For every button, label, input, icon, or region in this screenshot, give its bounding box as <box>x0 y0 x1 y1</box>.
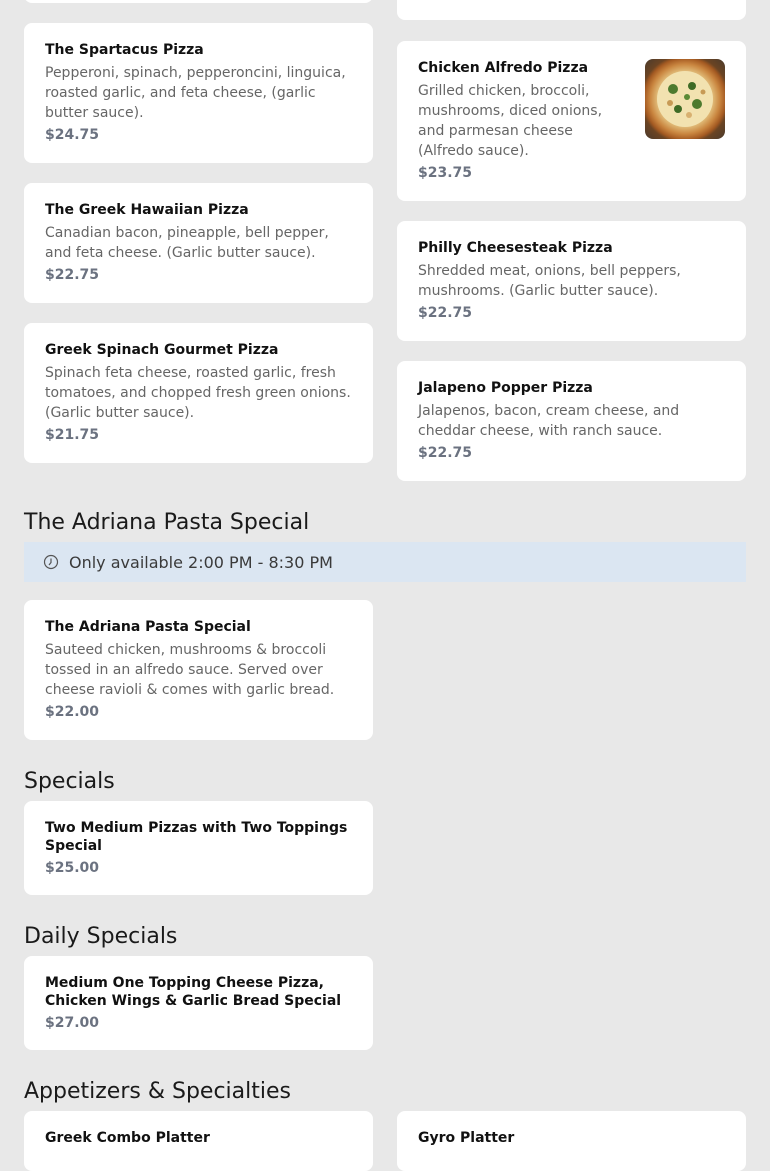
item-name: Jalapeno Popper Pizza <box>418 380 593 396</box>
item-name: Greek Spinach Gourmet Pizza <box>45 342 279 358</box>
item-name: The Greek Hawaiian Pizza <box>45 202 249 218</box>
item-price: $22.75 <box>418 445 473 461</box>
section-title: Daily Specials <box>24 924 178 949</box>
menu-item-card[interactable]: Philly Cheesesteak Pizza Shredded meat, … <box>397 221 746 341</box>
item-description: Shredded meat, onions, bell peppers, mus… <box>418 263 681 299</box>
item-description: Sauteed chicken, mushrooms & broccoli to… <box>45 642 335 698</box>
item-description: Jalapenos, bacon, cream cheese, and ched… <box>418 403 680 439</box>
menu-item-card[interactable]: Medium One Topping Cheese Pizza, Chicken… <box>24 956 373 1050</box>
item-price: $21.75 <box>45 427 100 443</box>
item-price: $22.00 <box>45 704 100 720</box>
menu-item-card[interactable]: The Greek Hawaiian Pizza Canadian bacon,… <box>24 183 373 303</box>
item-name: Medium One Topping Cheese Pizza, Chicken… <box>45 975 342 1009</box>
item-name: Philly Cheesesteak Pizza <box>418 240 613 256</box>
item-name: Two Medium Pizzas with Two Toppings Spec… <box>45 820 348 854</box>
item-name: The Spartacus Pizza <box>45 42 204 58</box>
menu-item-card-partial-left[interactable] <box>24 0 373 3</box>
menu-item-card[interactable]: Greek Combo Platter <box>24 1111 373 1171</box>
item-price: $25.00 <box>45 860 100 876</box>
menu-item-card[interactable]: Chicken Alfredo Pizza Grilled chicken, b… <box>397 41 746 201</box>
menu-item-card[interactable]: Greek Spinach Gourmet Pizza Spinach feta… <box>24 323 373 463</box>
menu-item-card[interactable]: The Adriana Pasta Special Sauteed chicke… <box>24 600 373 740</box>
menu-item-card[interactable]: Two Medium Pizzas with Two Toppings Spec… <box>24 801 373 895</box>
menu-item-card[interactable]: The Spartacus Pizza Pepperoni, spinach, … <box>24 23 373 163</box>
menu-item-card[interactable]: Jalapeno Popper Pizza Jalapenos, bacon, … <box>397 361 746 481</box>
item-price: $22.75 <box>418 305 473 321</box>
menu-item-card-partial-right[interactable] <box>397 0 746 20</box>
pizza-photo <box>645 59 725 139</box>
item-price: $27.00 <box>45 1015 100 1031</box>
clock-icon <box>43 554 59 570</box>
notice-text: Only available 2:00 PM - 8:30 PM <box>69 552 333 572</box>
item-description: Grilled chicken, broccoli, mushrooms, di… <box>418 83 603 159</box>
item-name: Chicken Alfredo Pizza <box>418 60 589 76</box>
section-title: The Adriana Pasta Special <box>24 510 310 535</box>
item-description: Pepperoni, spinach, pepperoncini, lingui… <box>45 65 346 121</box>
item-name: The Adriana Pasta Special <box>45 619 251 635</box>
item-name: Gyro Platter <box>418 1130 515 1146</box>
section-title: Appetizers & Specialties <box>24 1079 291 1104</box>
item-price: $24.75 <box>45 127 100 143</box>
availability-notice: Only available 2:00 PM - 8:30 PM <box>24 542 746 582</box>
menu-item-card[interactable]: Gyro Platter <box>397 1111 746 1171</box>
item-price: $22.75 <box>45 267 100 283</box>
item-price: $23.75 <box>418 165 473 181</box>
section-title: Specials <box>24 769 115 794</box>
item-description: Spinach feta cheese, roasted garlic, fre… <box>45 365 351 421</box>
item-name: Greek Combo Platter <box>45 1130 210 1146</box>
item-description: Canadian bacon, pineapple, bell pepper, … <box>45 225 329 261</box>
